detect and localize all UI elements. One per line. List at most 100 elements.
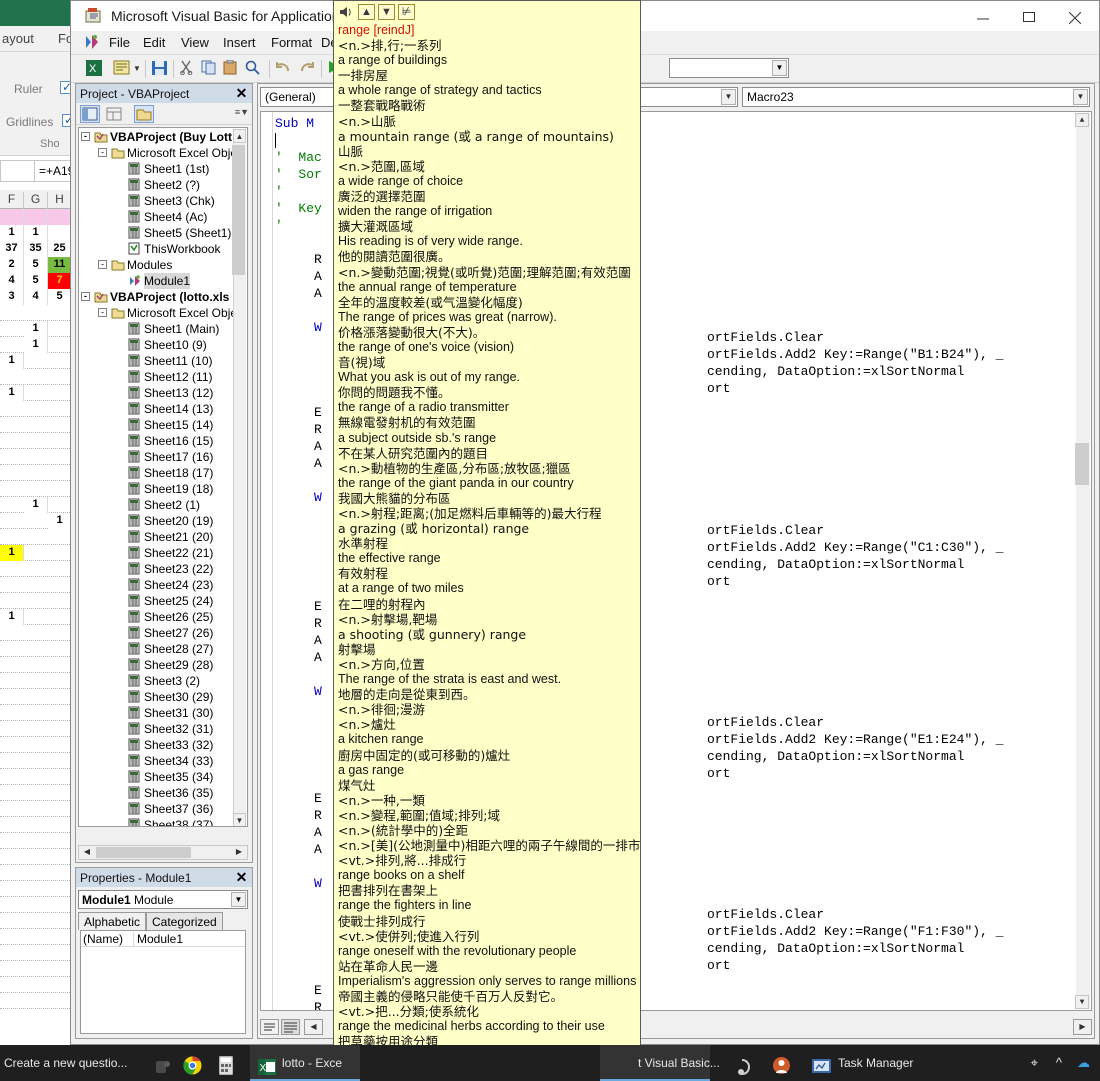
code-scroll-right-icon[interactable]: ▶	[1073, 1019, 1092, 1035]
excel-grid-row[interactable]	[0, 705, 76, 721]
project-tree-node[interactable]: Sheet17 (16)	[79, 449, 247, 465]
project-tree-node[interactable]: Sheet32 (31)	[79, 721, 247, 737]
column-header-f[interactable]: F	[0, 192, 24, 209]
copy-icon[interactable]	[201, 60, 217, 78]
project-tree-node[interactable]: Sheet34 (33)	[79, 753, 247, 769]
tree-scroll-up-icon[interactable]: ▲	[233, 129, 246, 143]
project-explorer-close-icon[interactable]: ✕	[234, 86, 249, 101]
excel-cell[interactable]: 4	[24, 289, 48, 305]
excel-cell[interactable]: 1	[0, 609, 24, 625]
project-explorer-toolbar[interactable]: ≡▼	[76, 103, 252, 125]
project-tree-node[interactable]: Sheet19 (18)	[79, 481, 247, 497]
project-tree-node[interactable]: Sheet33 (32)	[79, 737, 247, 753]
project-tree-node[interactable]: Sheet31 (30)	[79, 705, 247, 721]
excel-cell[interactable]: 11	[48, 257, 72, 273]
project-tree-node[interactable]: Sheet21 (20)	[79, 529, 247, 545]
excel-grid-row[interactable]	[0, 977, 76, 993]
taskbar-chrome-button[interactable]	[180, 1045, 208, 1081]
project-tree-horizontal-scrollbar[interactable]: ◀ ▶	[78, 845, 248, 860]
properties-object-combo[interactable]: Module1 Module ▼	[78, 890, 248, 909]
toggle-folders-icon[interactable]	[134, 105, 154, 123]
project-tree-node[interactable]: Sheet20 (19)	[79, 513, 247, 529]
excel-cell[interactable]: 1	[24, 337, 48, 353]
project-tree-node[interactable]: Sheet27 (26)	[79, 625, 247, 641]
taskbar-vbe-button[interactable]: t Visual Basic...	[600, 1045, 720, 1081]
chevron-up-icon[interactable]: ^	[1056, 1045, 1062, 1081]
toolbar-combo[interactable]: ▼	[669, 58, 789, 78]
proc-combo-mid-arrow-icon[interactable]: ▼	[721, 89, 736, 105]
project-tree-node[interactable]: Sheet14 (13)	[79, 401, 247, 417]
close-button[interactable]	[1053, 1, 1099, 31]
taskbar-app-button[interactable]	[768, 1045, 796, 1081]
excel-cell[interactable]	[48, 225, 72, 241]
insert-module-icon[interactable]	[113, 59, 131, 80]
project-tree-node[interactable]: Sheet5 (Sheet1)	[79, 225, 247, 241]
excel-tab-layout[interactable]: ayout	[2, 31, 34, 46]
project-tree-node[interactable]: Sheet12 (11)	[79, 369, 247, 385]
project-tree-node[interactable]: Sheet16 (15)	[79, 433, 247, 449]
cut-icon[interactable]	[179, 60, 194, 78]
taskbar-taskmanager-button[interactable]: Task Manager	[806, 1045, 986, 1081]
excel-grid-row[interactable]	[0, 529, 76, 545]
excel-cell[interactable]: 1	[0, 225, 24, 241]
excel-grid-row[interactable]	[0, 993, 76, 1009]
project-tree-node[interactable]: Sheet2 (?)	[79, 177, 247, 193]
tab-alphabetic[interactable]: Alphabetic	[78, 912, 147, 930]
excel-cell[interactable]: 1	[24, 497, 48, 513]
project-tree-node[interactable]: Sheet23 (22)	[79, 561, 247, 577]
excel-grid-row[interactable]	[0, 881, 76, 897]
excel-cell[interactable]: 4	[0, 273, 24, 289]
project-tree-node[interactable]: Sheet35 (34)	[79, 769, 247, 785]
project-tree-node[interactable]: - Microsoft Excel Obje	[79, 305, 247, 321]
excel-grid-row[interactable]	[0, 433, 76, 449]
project-tree-node[interactable]: Module1	[79, 273, 247, 289]
excel-cell[interactable]: 25	[48, 241, 72, 257]
project-tree-node[interactable]: Sheet29 (28)	[79, 657, 247, 673]
view-code-icon[interactable]	[80, 105, 100, 123]
tree-expander-icon[interactable]: -	[98, 260, 107, 269]
tree-expander-icon[interactable]: -	[81, 132, 90, 141]
project-tree-node[interactable]: Sheet4 (Ac)	[79, 209, 247, 225]
excel-cell[interactable]: 35	[24, 241, 48, 257]
excel-grid-row[interactable]	[0, 897, 76, 913]
menu-view[interactable]: View	[181, 35, 209, 50]
project-tree-node[interactable]: - VBAProject (lotto.xls	[79, 289, 247, 305]
undo-icon[interactable]	[275, 60, 291, 77]
tree-scroll-down-icon[interactable]: ▼	[233, 813, 246, 826]
dictionary-popup[interactable]: ▲ ▼ ⊭ range [reindJ] <n.>排,行;一系列 a range …	[333, 0, 641, 1070]
properties-close-icon[interactable]: ✕	[234, 870, 249, 885]
property-value[interactable]: Module1	[133, 932, 243, 946]
menu-edit[interactable]: Edit	[143, 35, 165, 50]
excel-grid-row[interactable]	[0, 865, 76, 881]
view-excel-icon[interactable]: X	[85, 59, 103, 80]
excel-grid-row[interactable]	[0, 625, 76, 641]
project-tree-node[interactable]: Sheet2 (1)	[79, 497, 247, 513]
excel-grid-row[interactable]	[0, 689, 76, 705]
project-explorer-titlebar[interactable]: Project - VBAProject ✕	[76, 84, 252, 103]
tree-expander-icon[interactable]: -	[81, 292, 90, 301]
project-tree-node[interactable]: Sheet3 (2)	[79, 673, 247, 689]
excel-grid-row[interactable]	[0, 721, 76, 737]
project-tree-vertical-scrollbar[interactable]: ▲ ▼	[232, 129, 246, 826]
excel-grid-row[interactable]	[0, 641, 76, 657]
project-tree-scroll-thumb[interactable]	[232, 145, 245, 275]
excel-cell[interactable]: 1	[0, 385, 24, 401]
excel-cell[interactable]: 1	[0, 545, 24, 561]
excel-grid-row[interactable]	[0, 305, 76, 321]
excel-cell[interactable]: 37	[0, 241, 24, 257]
project-tree-node[interactable]: Sheet38 (37)	[79, 817, 247, 826]
taskbar-teams-button[interactable]	[150, 1045, 178, 1081]
project-tree-node[interactable]: Sheet36 (35)	[79, 785, 247, 801]
excel-cell[interactable]: 1	[0, 353, 24, 369]
properties-tabs[interactable]: Alphabetic Categorized	[78, 912, 248, 930]
excel-cell[interactable]	[0, 209, 24, 225]
procedure-view-button[interactable]	[260, 1019, 279, 1035]
excel-grid-row[interactable]	[0, 817, 76, 833]
excel-cell[interactable]: 5	[24, 257, 48, 273]
project-tree-node[interactable]: Sheet1 (1st)	[79, 161, 247, 177]
onedrive-icon[interactable]: ☁	[1077, 1045, 1090, 1081]
find-icon[interactable]	[245, 60, 261, 78]
insert-dropdown-arrow-icon[interactable]: ▼	[133, 64, 141, 73]
properties-combo-arrow-icon[interactable]: ▼	[231, 892, 246, 907]
code-scroll-left-icon[interactable]: ◀	[304, 1019, 323, 1035]
